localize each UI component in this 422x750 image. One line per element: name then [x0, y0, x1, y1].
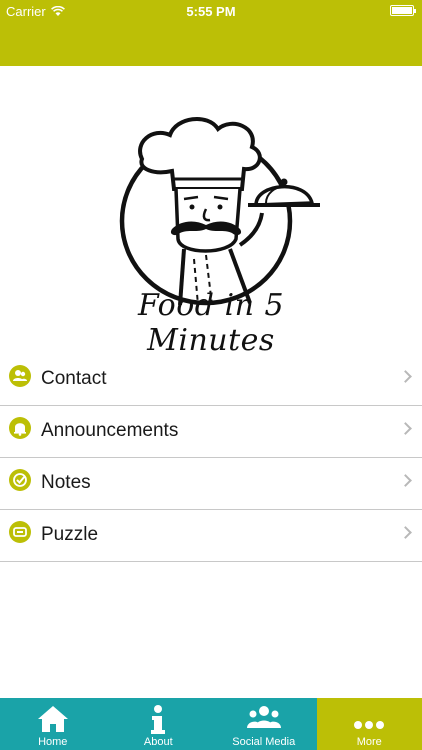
menu-item-contact[interactable]: Contact [0, 354, 422, 406]
home-icon [37, 706, 68, 732]
chevron-right-icon [399, 422, 412, 435]
info-icon [151, 705, 166, 734]
menu-item-label: Notes [41, 472, 91, 493]
tab-more[interactable]: More [316, 698, 422, 750]
tab-label: Home [38, 736, 68, 748]
chevron-right-icon [399, 370, 412, 383]
status-bar: Carrier 5:55 PM [0, 0, 422, 22]
chevron-right-icon [399, 474, 412, 487]
logo-text: Food in 5 Minutes [137, 288, 285, 358]
menu-item-notes[interactable]: Notes [0, 458, 422, 510]
logo-wordmark: Food in 5 Minutes [78, 288, 344, 358]
menu-item-label: Contact [41, 368, 107, 389]
menu-item-label: Announcements [41, 420, 179, 441]
contact-icon [9, 365, 31, 387]
status-time: 5:55 PM [186, 4, 236, 19]
tab-label: About [143, 736, 173, 748]
tab-social-media[interactable]: Social Media [211, 698, 317, 750]
check-icon [9, 469, 31, 491]
tab-home[interactable]: Home [0, 698, 106, 750]
tab-about[interactable]: About [106, 698, 212, 750]
chevron-right-icon [399, 526, 412, 539]
menu-list: Contact Announcements Notes Puzzle [0, 354, 422, 562]
menu-item-label: Puzzle [41, 524, 99, 545]
people-icon [246, 706, 281, 728]
tab-label: More [356, 736, 382, 748]
battery-icon [390, 5, 416, 16]
tab-label: Social Media [232, 736, 296, 748]
tab-bar: Home About Social Media More [0, 698, 422, 750]
menu-item-puzzle[interactable]: Puzzle [0, 510, 422, 562]
nav-bar: Carrier 5:55 PM [0, 0, 422, 66]
bell-icon [9, 417, 31, 439]
menu-item-announcements[interactable]: Announcements [0, 406, 422, 458]
puzzle-icon [9, 521, 31, 543]
